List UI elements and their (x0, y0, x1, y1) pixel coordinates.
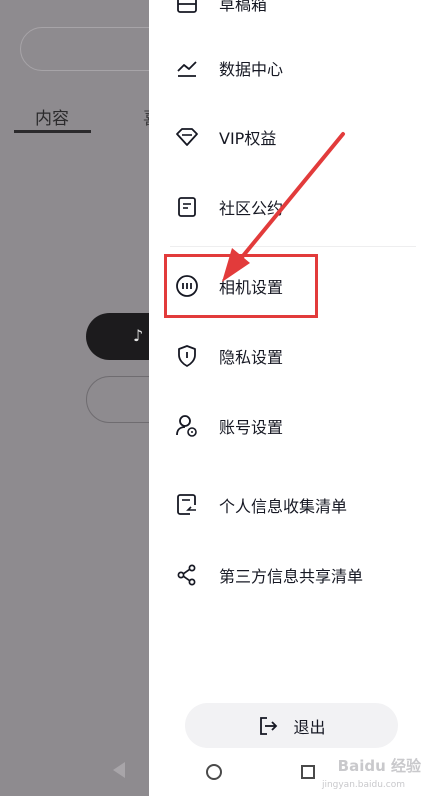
nav-back-icon[interactable] (113, 762, 125, 778)
menu-divider (170, 246, 416, 247)
shield-icon (175, 344, 199, 368)
user-settings-icon (175, 414, 199, 438)
chart-line-icon (175, 56, 199, 80)
menu-label-personal-info-list: 个人信息收集清单 (219, 497, 348, 516)
menu-label-drafts: 草稿箱 (219, 0, 268, 14)
background-tab-indicator (14, 130, 91, 133)
annotation-highlight-box (164, 254, 318, 318)
menu-item-privacy-settings[interactable]: 隐私设置 (149, 331, 431, 381)
menu-item-third-party-sharing[interactable]: 第三方信息共享清单 (149, 550, 431, 600)
nav-recents-icon[interactable] (301, 765, 315, 779)
background-tab-content: 内容 (35, 109, 69, 129)
watermark-logo: Baidu 经验 (337, 757, 421, 775)
nav-home-icon[interactable] (206, 764, 222, 780)
menu-label-third-party-sharing: 第三方信息共享清单 (219, 567, 364, 586)
info-list-icon (175, 493, 199, 517)
share-icon (175, 563, 199, 587)
diamond-icon (175, 125, 199, 149)
document-icon (175, 195, 199, 219)
tiktok-icon: ♪ (133, 326, 144, 345)
logout-label: 退出 (293, 717, 326, 737)
menu-label-data-center: 数据中心 (219, 60, 284, 79)
menu-label-account-settings: 账号设置 (219, 418, 284, 437)
menu-label-privacy-settings: 隐私设置 (219, 348, 284, 367)
side-drawer: 草稿箱 数据中心 VIP权益 社区公约 相机设置 隐私设置 账号设置 个人信息收… (149, 0, 431, 796)
logout-icon (257, 715, 279, 737)
menu-label-vip: VIP权益 (219, 129, 277, 148)
menu-item-personal-info-list[interactable]: 个人信息收集清单 (149, 480, 431, 530)
logout-button[interactable]: 退出 (185, 703, 398, 748)
watermark-url: jingyan.baidu.com (321, 780, 405, 790)
drafts-icon (175, 0, 199, 15)
menu-item-drafts[interactable]: 草稿箱 (149, 0, 431, 28)
menu-item-data-center[interactable]: 数据中心 (149, 43, 431, 93)
menu-item-vip[interactable]: VIP权益 (149, 112, 431, 162)
menu-label-community-rules: 社区公约 (219, 199, 284, 218)
menu-item-community-rules[interactable]: 社区公约 (149, 182, 431, 232)
menu-item-account-settings[interactable]: 账号设置 (149, 401, 431, 451)
